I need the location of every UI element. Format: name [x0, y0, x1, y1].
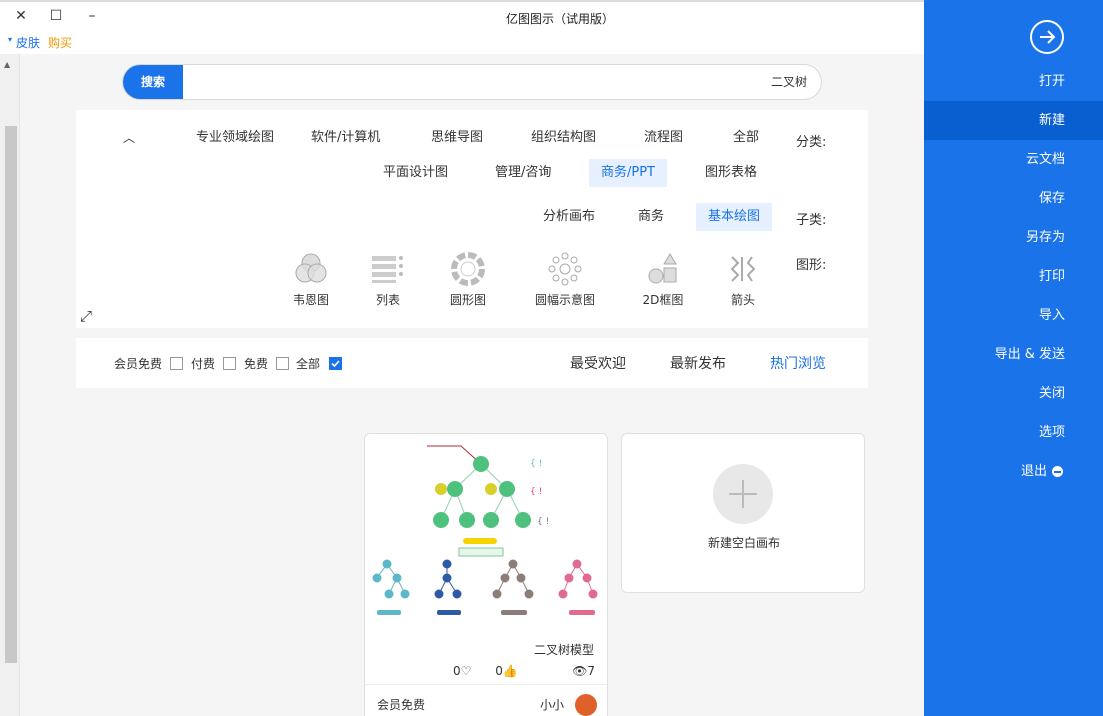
view-count: 7 [587, 664, 595, 678]
search-button[interactable]: 搜索 [123, 65, 183, 99]
minimize-window-button[interactable]: – [81, 6, 103, 26]
template-thumbnail: { ! { ! { ! [372, 445, 598, 615]
sidebar-item-save[interactable]: 保存 [924, 179, 1103, 218]
category-label: 分类: [796, 135, 827, 150]
sidebar-item-cloud[interactable]: 云文档 [924, 140, 1103, 179]
category-business-ppt[interactable]: 商务/PPT [589, 159, 667, 187]
search-input[interactable] [247, 65, 807, 99]
shape-label-list: 列表 [375, 293, 400, 307]
category-management[interactable]: 管理/咨询 [483, 159, 563, 187]
template-likes[interactable]: 0♡ 0👍 [453, 664, 518, 678]
subcategory-business[interactable]: 商务 [626, 203, 676, 231]
shape-circle[interactable]: 圆形图 [428, 251, 508, 308]
checkmark-icon [331, 360, 340, 368]
thumbs-up-icon: 👍 [502, 664, 518, 678]
view-icon: 👁 [572, 664, 588, 678]
template-author[interactable]: 小小 [540, 696, 564, 713]
backstage-sidebar: 打开 新建 云文档 保存 另存为 打印 导入 导出 & 发送 关闭 选项 退出 [924, 0, 1103, 716]
sidebar-item-options[interactable]: 选项 [924, 413, 1103, 452]
circle-chart-icon [428, 251, 508, 287]
2d-block-icon [623, 251, 703, 287]
collapse-chevron-icon[interactable]: ︿ [123, 129, 135, 146]
category-graphic-design[interactable]: 平面设计图 [371, 159, 460, 187]
shape-2d-block[interactable]: 2D框图 [623, 251, 703, 308]
back-arrow-icon[interactable] [1030, 20, 1064, 54]
shape-label-arrow: 箭头 [730, 293, 755, 307]
filter-free-label[interactable]: 免费 [244, 355, 268, 372]
subcategory-label: 子类: [796, 213, 827, 228]
expand-icon[interactable]: ⤢ [80, 307, 92, 325]
search-bar: 搜索 [122, 64, 822, 100]
menu-row: ▾ 皮肤 购买 [0, 30, 924, 54]
sidebar-item-print[interactable]: 打印 [924, 257, 1103, 296]
sort-tab-most-popular[interactable]: 最受欢迎 [570, 353, 626, 373]
sidebar-item-exit[interactable]: 退出 [924, 452, 1103, 491]
heart-icon: ♡ [460, 664, 472, 678]
exit-icon [1052, 466, 1063, 477]
shape-radial[interactable]: 圆幅示意图 [525, 251, 605, 308]
venn-icon [271, 251, 351, 287]
template-title: 二叉树模型 [533, 643, 594, 657]
shape-label: 图形: [796, 258, 827, 273]
sort-tab-latest[interactable]: 最新发布 [670, 353, 726, 373]
category-flowchart[interactable]: 流程图 [632, 124, 695, 152]
subcategory-basic-drawing[interactable]: 基本绘图 [696, 203, 773, 231]
shape-list[interactable]: 列表 [348, 251, 428, 308]
arrow-shape-icon [703, 251, 783, 287]
category-software[interactable]: 软件/计算机 [299, 124, 392, 152]
filter-all-checkbox[interactable] [329, 357, 342, 370]
filter-member-free-checkbox[interactable] [170, 357, 183, 370]
category-orgchart[interactable]: 组织结构图 [519, 124, 608, 152]
title-bar: 亿图图示（试用版） ✕ ☐ – [0, 0, 924, 30]
new-blank-canvas-card[interactable]: 新建空白画布 [621, 433, 865, 593]
shape-label-venn: 韦恩图 [292, 293, 329, 307]
sidebar-item-export[interactable]: 导出 & 发送 [924, 335, 1103, 374]
filter-all-label[interactable]: 全部 [296, 355, 320, 372]
template-card[interactable]: { ! { ! { ! 二叉树模型 👁7 0♡ 0👍 会员免费 小小 [364, 433, 608, 716]
sidebar-item-import[interactable]: 导入 [924, 296, 1103, 335]
shape-venn[interactable]: 韦恩图 [271, 251, 351, 308]
filter-paid-label[interactable]: 付费 [191, 355, 215, 372]
svg-text:{ !: { ! [530, 459, 542, 469]
close-window-button[interactable]: ✕ [10, 6, 32, 26]
vertical-scrollbar[interactable]: ▲ [0, 54, 20, 716]
add-icon [713, 464, 773, 524]
sort-tab-hot[interactable]: 热门浏览 [770, 353, 826, 373]
card-divider [365, 684, 607, 685]
shape-label-radial: 圆幅示意图 [534, 293, 595, 307]
buy-menu[interactable]: 购买 [48, 34, 72, 51]
subcategory-analysis-canvas[interactable]: 分析画布 [531, 203, 607, 231]
category-all[interactable]: 全部 [721, 124, 771, 152]
sort-bar: 会员免费 付费 免费 全部 最受欢迎 最新发布 热门浏览 [76, 338, 868, 388]
shape-arrow[interactable]: 箭头 [703, 251, 783, 308]
skin-menu[interactable]: 皮肤 [16, 34, 40, 51]
filter-member-free-label[interactable]: 会员免费 [114, 355, 162, 372]
sidebar-item-save-as[interactable]: 另存为 [924, 218, 1103, 257]
fav-count: 0 [453, 664, 461, 678]
like-count: 0 [495, 664, 503, 678]
template-stats: 👁7 [515, 664, 595, 678]
category-professional[interactable]: 专业领域绘图 [184, 124, 286, 152]
svg-text:{ !: { ! [530, 487, 542, 497]
list-icon [348, 251, 428, 287]
sidebar-item-close[interactable]: 关闭 [924, 374, 1103, 413]
sidebar-item-open[interactable]: 打开 [924, 62, 1103, 101]
dropdown-arrow-icon: ▾ [8, 35, 13, 44]
shape-label-circle: 圆形图 [449, 293, 486, 307]
avatar[interactable] [575, 694, 597, 716]
filter-free-checkbox[interactable] [276, 357, 289, 370]
shape-label-2d-block: 2D框图 [642, 293, 684, 307]
scrollbar-thumb[interactable] [5, 126, 17, 663]
filter-panel: 分类: ︿ 专业领域绘图 软件/计算机 思维导图 组织结构图 流程图 全部 平面… [76, 110, 868, 328]
radial-diagram-icon [525, 251, 605, 287]
svg-text:{ !: { ! [537, 517, 549, 527]
new-blank-canvas-label: 新建空白画布 [707, 536, 780, 550]
sidebar-item-new[interactable]: 新建 [924, 101, 1103, 140]
filter-paid-checkbox[interactable] [223, 357, 236, 370]
category-graphic-table[interactable]: 图形表格 [693, 159, 769, 187]
scroll-up-icon[interactable]: ▲ [4, 60, 10, 69]
category-mindmap[interactable]: 思维导图 [419, 124, 495, 152]
maximize-window-button[interactable]: ☐ [45, 6, 67, 26]
template-price: 会员免费 [377, 698, 426, 712]
